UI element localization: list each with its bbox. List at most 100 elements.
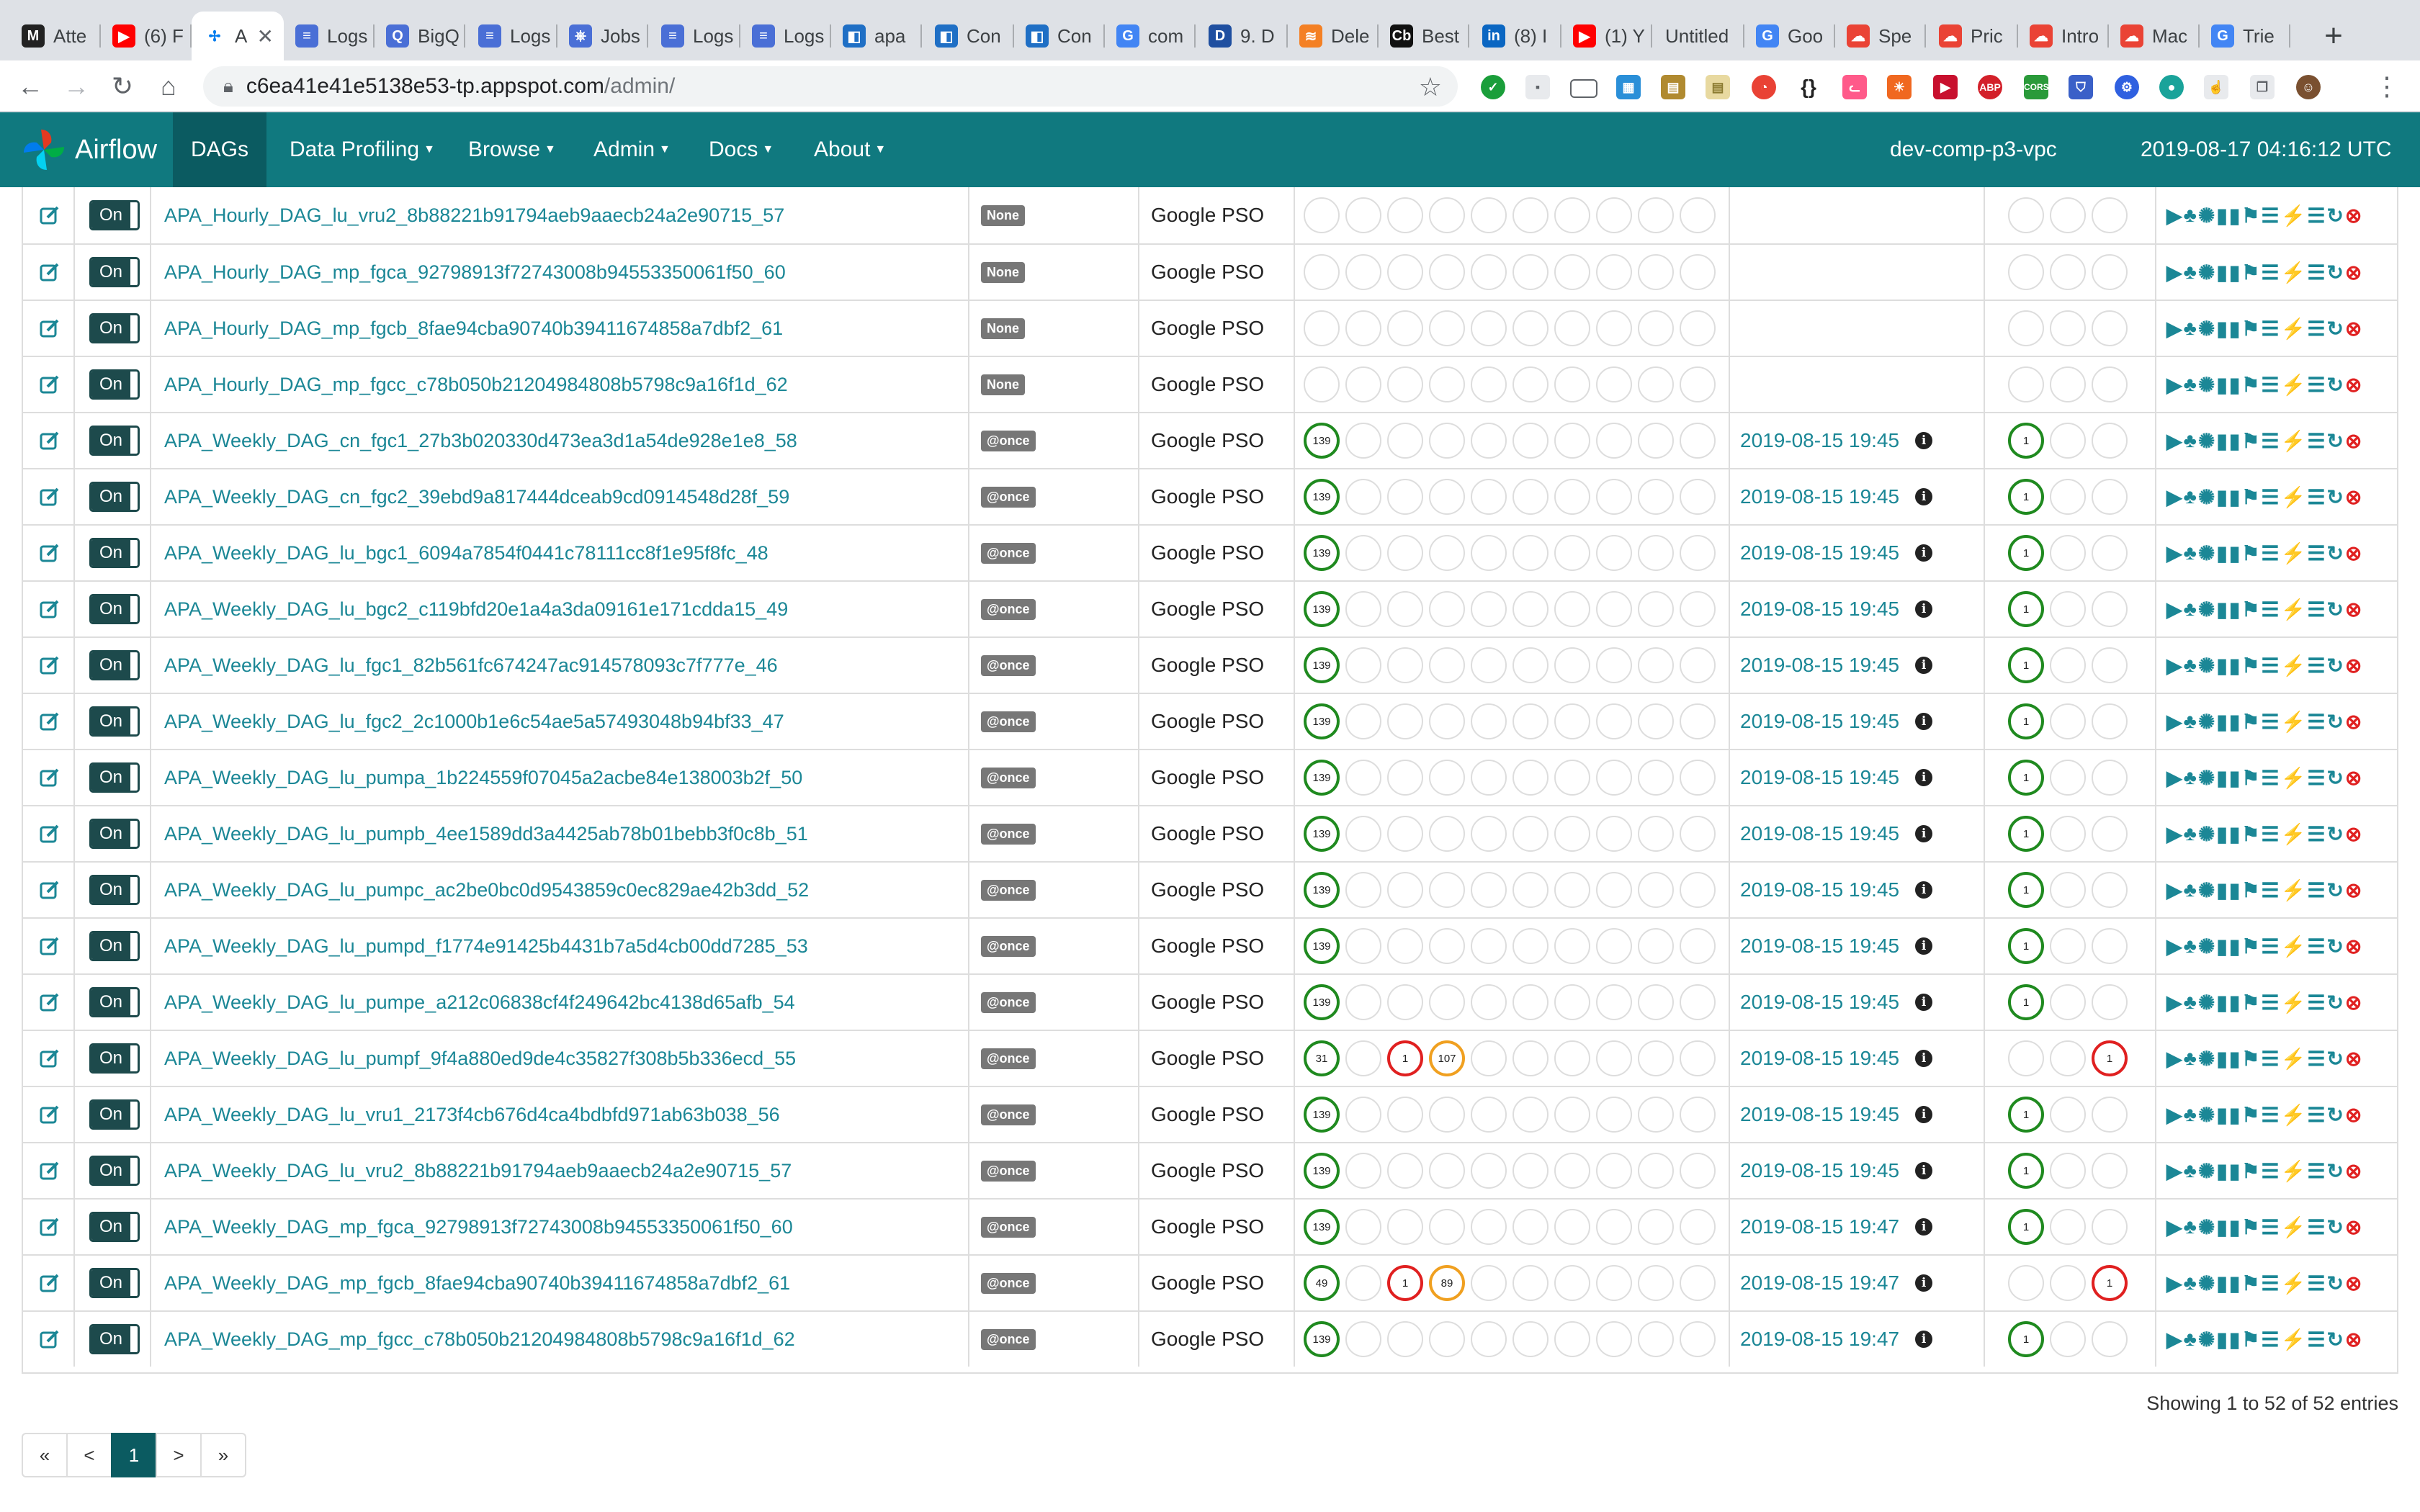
task-state-circle[interactable] (1596, 1265, 1632, 1301)
task-state-circle[interactable] (1471, 591, 1507, 627)
browser-tab[interactable]: Untitled (1654, 12, 1744, 60)
airflow-brand[interactable]: Airflow (22, 125, 157, 174)
browser-tab[interactable]: Cb Best (1379, 12, 1469, 60)
task-state-circle[interactable]: 107 (1429, 1040, 1465, 1076)
graph-view-icon[interactable]: ✺ (2198, 1272, 2215, 1295)
browser-tab[interactable]: in (8) I (1471, 12, 1561, 60)
landing-times-icon[interactable]: ⚑ (2241, 935, 2259, 958)
tree-view-icon[interactable]: ♣ (2184, 1047, 2197, 1069)
last-run-link[interactable]: 2019-08-15 19:45 (1740, 598, 1899, 621)
menu-browse[interactable]: Browse ▼ (468, 112, 556, 187)
task-state-circle[interactable]: 139 (1304, 423, 1340, 459)
dag-on-off-toggle[interactable]: On (89, 650, 140, 680)
task-state-circle[interactable] (1596, 591, 1632, 627)
dag-on-off-toggle[interactable]: On (89, 538, 140, 568)
landing-times-icon[interactable]: ⚑ (2241, 430, 2259, 452)
task-tries-icon[interactable]: ▮ (2229, 1272, 2240, 1295)
task-state-circle[interactable] (1638, 1097, 1674, 1133)
task-state-circle[interactable] (1345, 1097, 1381, 1133)
dag-on-off-toggle[interactable]: On (89, 875, 140, 905)
task-state-circle[interactable] (1345, 366, 1381, 402)
code-view-icon[interactable]: ⚡ (2280, 430, 2305, 452)
dag-on-off-toggle[interactable]: On (89, 200, 140, 230)
task-state-circle[interactable] (1429, 872, 1465, 908)
task-state-circle[interactable] (1680, 423, 1716, 459)
task-state-circle[interactable]: 89 (1429, 1265, 1465, 1301)
delete-dag-icon[interactable]: ⊗ (2345, 711, 2362, 733)
task-state-circle[interactable] (1596, 535, 1632, 571)
logs-icon[interactable]: ☰ (2307, 1160, 2325, 1182)
graph-view-icon[interactable]: ✺ (2198, 823, 2215, 845)
task-state-circle[interactable]: 139 (1304, 703, 1340, 739)
task-tries-icon[interactable]: ▮ (2229, 711, 2240, 733)
task-state-circle[interactable] (1680, 1321, 1716, 1357)
task-state-circle[interactable] (1554, 254, 1590, 290)
task-state-circle[interactable] (1345, 984, 1381, 1020)
info-icon[interactable]: i (1915, 657, 1933, 674)
task-state-circle[interactable] (1596, 1153, 1632, 1189)
task-state-circle[interactable] (1596, 366, 1632, 402)
refresh-icon[interactable]: ↻ (2326, 598, 2343, 621)
gantt-icon[interactable]: ☰ (2261, 374, 2279, 396)
dag-run-state-circle[interactable] (2050, 1153, 2086, 1189)
browser-tab[interactable]: Gcom (1105, 12, 1196, 60)
task-state-circle[interactable] (1387, 1097, 1423, 1133)
task-state-circle[interactable] (1638, 423, 1674, 459)
dag-run-state-circle[interactable]: 1 (2008, 760, 2044, 796)
logs-icon[interactable]: ☰ (2307, 935, 2325, 958)
edit-dag-icon[interactable] (39, 863, 60, 917)
landing-times-icon[interactable]: ⚑ (2241, 542, 2259, 564)
task-state-circle[interactable] (1387, 703, 1423, 739)
task-state-circle[interactable] (1596, 872, 1632, 908)
dag-run-state-circle[interactable] (2008, 197, 2044, 233)
logs-icon[interactable]: ☰ (2307, 374, 2325, 396)
landing-times-icon[interactable]: ⚑ (2241, 1272, 2259, 1295)
task-state-circle[interactable] (1596, 816, 1632, 852)
task-state-circle[interactable] (1471, 366, 1507, 402)
tree-view-icon[interactable]: ♣ (2184, 1215, 2197, 1238)
dag-run-state-circle[interactable]: 1 (2008, 1321, 2044, 1357)
delete-dag-icon[interactable]: ⊗ (2345, 1160, 2362, 1182)
dag-on-off-toggle[interactable]: On (89, 931, 140, 961)
task-state-circle[interactable] (1387, 254, 1423, 290)
last-run-link[interactable]: 2019-08-15 19:45 (1740, 878, 1899, 901)
graph-view-icon[interactable]: ✺ (2198, 1216, 2215, 1238)
logs-icon[interactable]: ☰ (2307, 823, 2325, 845)
task-state-circle[interactable] (1512, 479, 1549, 515)
graph-view-icon[interactable]: ✺ (2198, 767, 2215, 789)
refresh-icon[interactable]: ↻ (2326, 879, 2343, 901)
edit-dag-icon[interactable] (39, 413, 60, 468)
landing-times-icon[interactable]: ⚑ (2241, 879, 2259, 901)
task-tries-icon[interactable]: ▮ (2229, 598, 2240, 621)
dag-run-state-circle[interactable] (2050, 591, 2086, 627)
task-state-circle[interactable] (1554, 1265, 1590, 1301)
task-state-circle[interactable] (1345, 310, 1381, 346)
task-state-circle[interactable] (1429, 1321, 1465, 1357)
dag-run-state-circle[interactable] (2092, 366, 2128, 402)
code-view-icon[interactable]: ⚡ (2280, 598, 2305, 621)
delete-dag-icon[interactable]: ⊗ (2345, 935, 2362, 958)
dag-run-state-circle[interactable] (2050, 366, 2086, 402)
dag-run-state-circle[interactable] (2050, 1265, 2086, 1301)
task-duration-icon[interactable]: ▮ (2216, 935, 2227, 958)
task-duration-icon[interactable]: ▮ (2216, 430, 2227, 452)
logs-icon[interactable]: ☰ (2307, 204, 2325, 227)
task-state-circle[interactable] (1554, 197, 1590, 233)
dag-run-state-circle[interactable] (2092, 479, 2128, 515)
info-icon[interactable]: i (1915, 769, 1933, 786)
info-icon[interactable]: i (1915, 600, 1933, 618)
gantt-icon[interactable]: ☰ (2261, 1048, 2279, 1070)
task-state-circle[interactable] (1638, 1040, 1674, 1076)
task-duration-icon[interactable]: ▮ (2216, 1160, 2227, 1182)
extension-note-icon[interactable]: ▤ (1706, 75, 1730, 99)
trigger-dag-icon[interactable]: ▶ (2166, 204, 2182, 227)
dag-run-state-circle[interactable] (2050, 703, 2086, 739)
trigger-dag-icon[interactable]: ▶ (2166, 318, 2182, 340)
task-state-circle[interactable] (1680, 1040, 1716, 1076)
task-duration-icon[interactable]: ▮ (2216, 1272, 2227, 1295)
browser-tab[interactable]: ☁ Mac (2109, 12, 2200, 60)
delete-dag-icon[interactable]: ⊗ (2345, 991, 2362, 1014)
task-state-circle[interactable] (1345, 872, 1381, 908)
browser-tab[interactable]: ▶ (1) Y (1561, 12, 1652, 60)
task-state-circle[interactable] (1554, 423, 1590, 459)
